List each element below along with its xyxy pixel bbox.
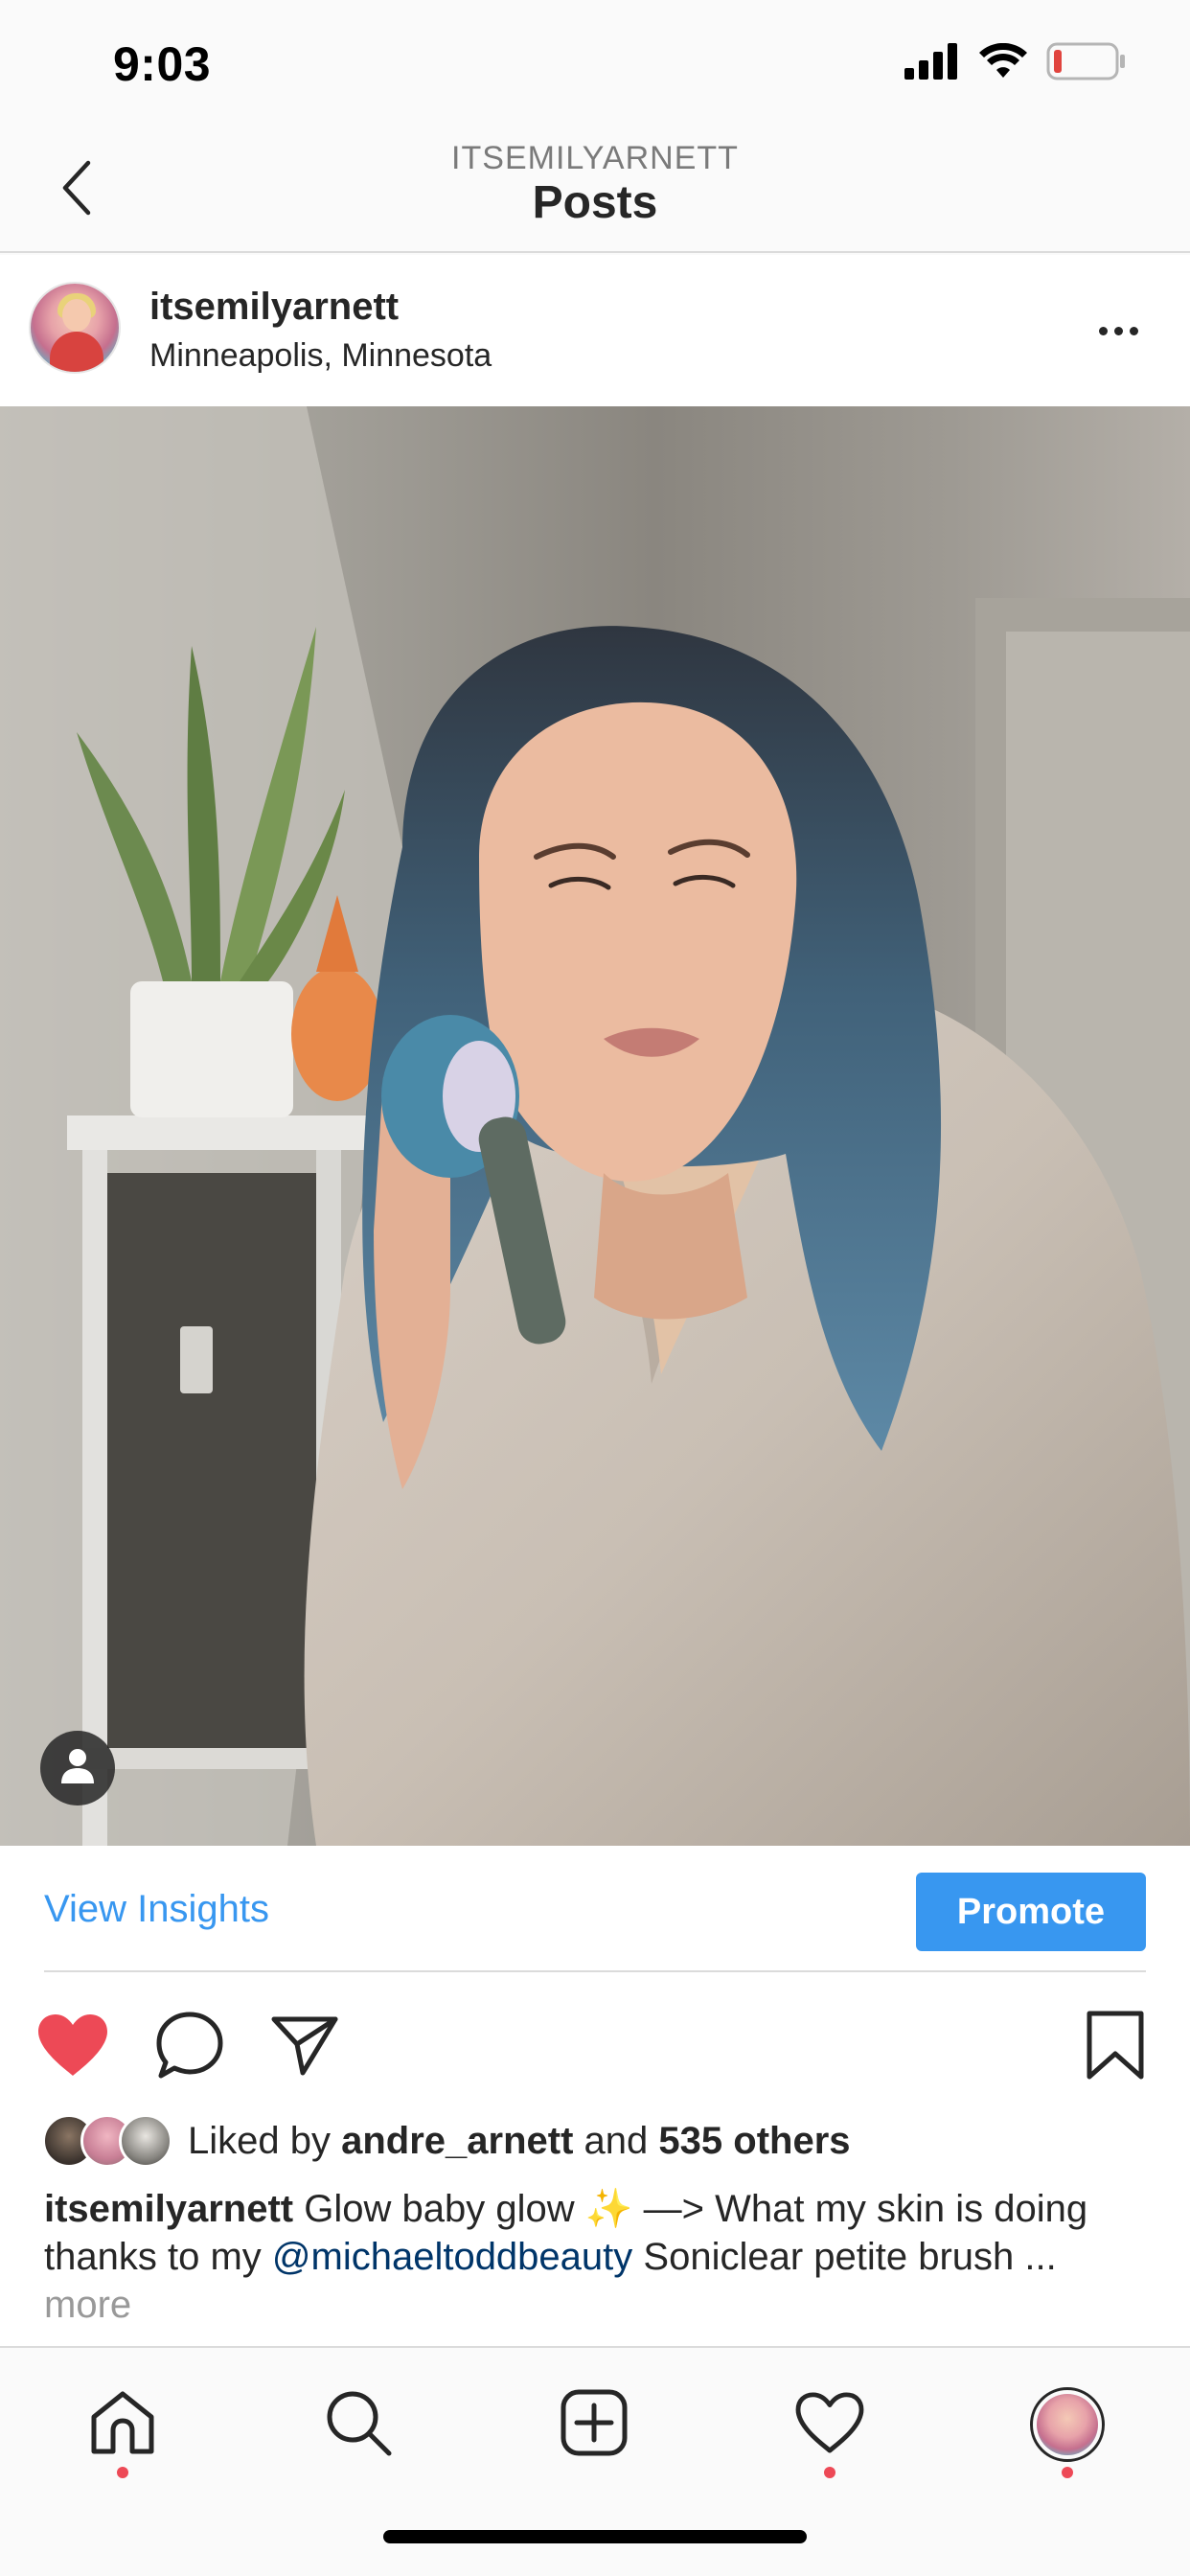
wifi-icon (979, 42, 1027, 84)
comment-icon (155, 2011, 224, 2084)
liker-avatar (119, 2114, 172, 2168)
ellipsis-icon (1113, 326, 1123, 335)
caption-text: Soniclear petite brush ... (643, 2236, 1057, 2278)
home-indicator[interactable] (383, 2530, 807, 2543)
promote-button[interactable]: Promote (916, 1873, 1146, 1951)
tab-home[interactable] (75, 2377, 171, 2478)
send-icon (270, 2013, 339, 2082)
caption-username[interactable]: itsemilyarnett (44, 2188, 293, 2230)
liker-avatars (42, 2114, 176, 2168)
tagged-person-icon (59, 1747, 96, 1790)
post-photo[interactable] (0, 406, 1190, 1846)
page-title: Posts (532, 177, 658, 228)
avatar-body (50, 332, 103, 372)
caption: itsemilyarnett Glow baby glow ✨ —> What … (44, 2185, 1146, 2329)
likes-prefix: Liked by (188, 2120, 331, 2162)
bookmark-icon (1086, 2010, 1145, 2085)
activity-heart-icon (794, 2391, 865, 2459)
insights-row: View Insights Promote (0, 1846, 1190, 1974)
avatar[interactable] (29, 282, 121, 374)
caption-more-link[interactable]: more (44, 2284, 131, 2326)
post-location[interactable]: Minneapolis, Minnesota (149, 337, 492, 375)
save-button[interactable] (1077, 2009, 1154, 2085)
avatar-face (62, 299, 91, 332)
post-header: itsemilyarnett Minneapolis, Minnesota (0, 255, 1190, 406)
battery-icon (1046, 42, 1127, 85)
likes-row[interactable]: Liked by andre_arnett and 535 others (0, 2108, 1190, 2175)
divider (44, 1970, 1146, 1972)
notification-dot (824, 2467, 835, 2478)
likes-conjunction: and (584, 2120, 649, 2162)
cellular-signal-icon (904, 43, 960, 84)
notification-dot (1062, 2467, 1073, 2478)
tab-activity[interactable] (782, 2377, 878, 2478)
liker-username[interactable]: andre_arnett (341, 2120, 573, 2162)
post-username[interactable]: itsemilyarnett (149, 286, 399, 329)
likes-count[interactable]: 535 others (658, 2120, 850, 2162)
caption-mention[interactable]: @michaeltoddbeauty (272, 2236, 632, 2278)
ellipsis-icon (1129, 326, 1138, 335)
comment-button[interactable] (151, 2009, 228, 2085)
add-post-icon (560, 2388, 629, 2462)
home-icon (88, 2388, 157, 2462)
profile-avatar (1030, 2387, 1105, 2462)
search-icon (324, 2388, 393, 2462)
tagged-people-button[interactable] (40, 1731, 115, 1806)
nav-header: ITSEMILYARNETT Posts (0, 126, 1190, 253)
more-options-button[interactable] (1085, 307, 1152, 355)
likes-text: Liked by andre_arnett and 535 others (188, 2120, 851, 2163)
tab-new-post[interactable] (546, 2377, 642, 2472)
status-bar: 9:03 (0, 0, 1190, 126)
view-insights-link[interactable]: View Insights (44, 1888, 269, 1931)
post-photo-illustration (0, 406, 1190, 1846)
share-button[interactable] (266, 2009, 343, 2085)
profile-avatar-image (1037, 2394, 1098, 2455)
like-button[interactable] (34, 2009, 111, 2085)
action-bar (0, 1974, 1190, 2108)
status-time: 9:03 (113, 37, 212, 91)
tab-profile[interactable] (1019, 2377, 1115, 2478)
heart-filled-icon (36, 2012, 109, 2082)
nav-subtitle: ITSEMILYARNETT (451, 140, 739, 176)
tab-search[interactable] (310, 2377, 406, 2472)
notification-dot (117, 2467, 128, 2478)
ellipsis-icon (1098, 326, 1108, 335)
status-icons (904, 42, 1127, 85)
